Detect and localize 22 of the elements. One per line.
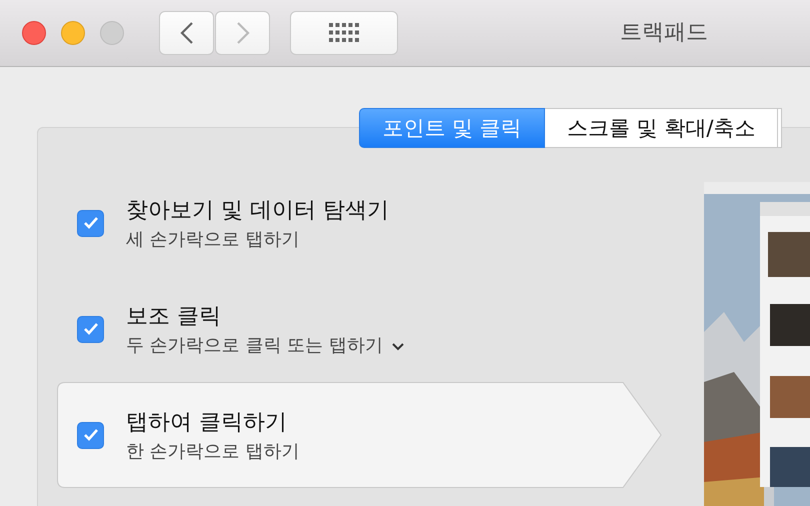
checkmark-icon <box>82 322 98 336</box>
selected-row-background[interactable] <box>57 382 662 488</box>
option-title: 보조 클릭 <box>126 303 222 331</box>
option-title: 탭하여 클릭하기 <box>126 409 288 437</box>
grid-icon <box>329 23 359 43</box>
option-subtitle: 한 손가락으로 탭하기 <box>126 440 300 463</box>
chevron-right-icon <box>236 21 250 45</box>
tab[interactable]: 스크롤 및 확대/축소 <box>545 108 778 148</box>
chevron-left-icon <box>180 21 194 45</box>
window-title: 트랙패드 <box>620 19 708 47</box>
checkbox[interactable] <box>77 316 104 342</box>
show-all-button[interactable] <box>290 11 398 55</box>
checkbox[interactable] <box>77 422 104 448</box>
close-button[interactable] <box>22 21 46 45</box>
checkmark-icon <box>82 428 98 442</box>
option-subtitle: 두 손가락으로 클릭 또는 탭하기 <box>126 334 383 357</box>
chevron-down-icon[interactable] <box>390 342 405 352</box>
option-subtitle: 세 손가락으로 탭하기 <box>126 228 300 251</box>
checkbox[interactable] <box>77 210 104 236</box>
back-button[interactable] <box>159 11 214 55</box>
checkmark-icon <box>82 216 98 230</box>
option-title: 찾아보기 및 데이터 탐색기 <box>126 197 389 225</box>
